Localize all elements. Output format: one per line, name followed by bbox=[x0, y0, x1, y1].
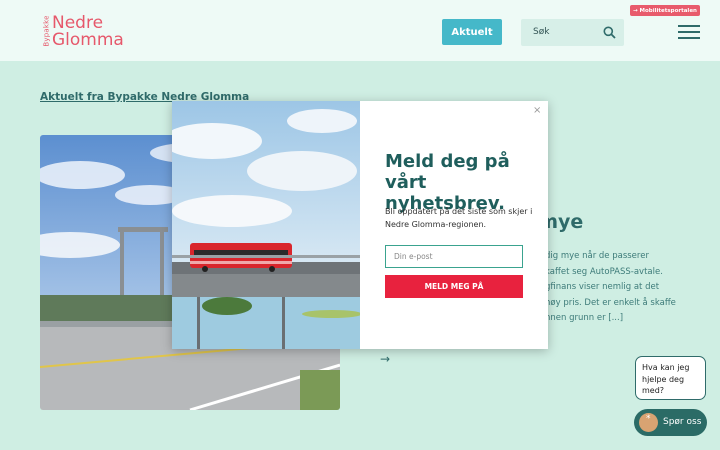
excerpt-line: nnen grunn er [...] bbox=[545, 313, 624, 324]
modal-image bbox=[172, 101, 360, 349]
site-header: Bypakke Nedre Glomma Aktuelt Søk → Mobil… bbox=[0, 0, 720, 61]
chat-avatar-icon bbox=[639, 413, 658, 432]
modal-title-line-1: Meld deg på bbox=[385, 151, 510, 172]
modal-title: Meld deg på vårt nyhetsbrev. bbox=[385, 151, 545, 214]
logo-small-text: Bypakke bbox=[42, 15, 51, 47]
read-more-arrow-icon[interactable]: → bbox=[380, 352, 390, 366]
chat-button-label: Spør oss bbox=[663, 417, 702, 427]
excerpt-line: høy pris. Det er enkelt å skaffe bbox=[545, 297, 676, 308]
search-field[interactable]: Søk bbox=[521, 19, 624, 46]
chat-button[interactable]: Spør oss bbox=[634, 409, 707, 436]
hamburger-menu-icon[interactable] bbox=[678, 25, 700, 39]
mobilitetsportalen-button[interactable]: → Mobilitetsportalen bbox=[630, 5, 700, 16]
modal-description: Bli oppdatert på det siste som skjer i N… bbox=[385, 207, 533, 229]
excerpt-line: gfinans viser nemlig at det bbox=[545, 282, 660, 293]
subscribe-button[interactable]: MELD MEG PÅ bbox=[385, 275, 523, 298]
logo-line-2: Glomma bbox=[52, 30, 124, 50]
search-label: Søk bbox=[533, 27, 550, 37]
excerpt-line: dig mye når de passerer bbox=[545, 251, 649, 261]
search-icon[interactable] bbox=[603, 26, 616, 39]
close-icon[interactable]: × bbox=[533, 105, 541, 116]
email-input[interactable]: Din e-post bbox=[385, 245, 523, 268]
nav-aktuelt-button[interactable]: Aktuelt bbox=[442, 19, 502, 45]
site-logo[interactable]: Bypakke Nedre Glomma bbox=[40, 13, 124, 50]
article-excerpt: dig mye når de passerer kaffet seg AutoP… bbox=[545, 249, 720, 327]
chat-prompt-bubble[interactable]: Hva kan jeg hjelpe deg med? bbox=[635, 356, 706, 400]
excerpt-line: kaffet seg AutoPASS-avtale. bbox=[545, 266, 663, 277]
